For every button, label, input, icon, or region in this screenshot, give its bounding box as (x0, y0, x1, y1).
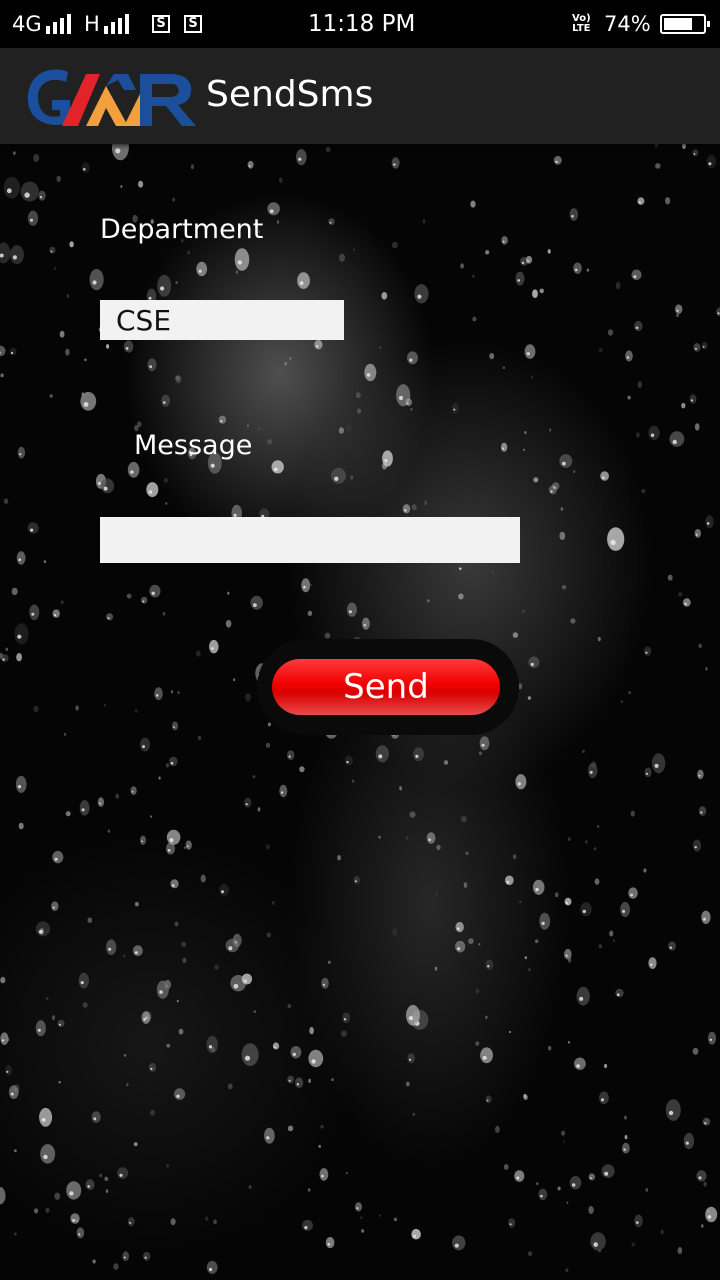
clock-time: 11:18 PM (308, 11, 416, 37)
volte-icon: Vo) LTE (572, 13, 591, 34)
message-label: Message (134, 430, 253, 461)
battery-percent: 74% (604, 12, 651, 36)
app-title: SendSms (206, 74, 374, 115)
send-button[interactable]: Send (272, 659, 500, 715)
send-button-container: Send (257, 639, 519, 735)
battery-icon (660, 0, 710, 48)
department-input[interactable] (100, 300, 344, 340)
sim-notification-icon: S (184, 0, 202, 48)
network-h: H (84, 0, 132, 48)
department-label: Department (100, 214, 264, 245)
signal-bars-icon (45, 14, 74, 34)
clock: 11:18 PM (308, 0, 415, 48)
gmr-logo (27, 69, 196, 126)
sim-notification-icon: S (152, 0, 170, 48)
app-bar: SendSms (0, 48, 720, 144)
network-4g-label: 4G (12, 12, 42, 36)
status-bar: 4G H S S 11:18 PM Vo) LTE 74% (0, 0, 720, 48)
signal-bars-icon (103, 14, 132, 34)
network-h-label: H (84, 12, 100, 36)
network-4g: 4G (12, 0, 74, 48)
screen: 4G H S S 11:18 PM Vo) LTE 74% SendSms De… (0, 0, 720, 1280)
message-input[interactable] (100, 517, 520, 563)
